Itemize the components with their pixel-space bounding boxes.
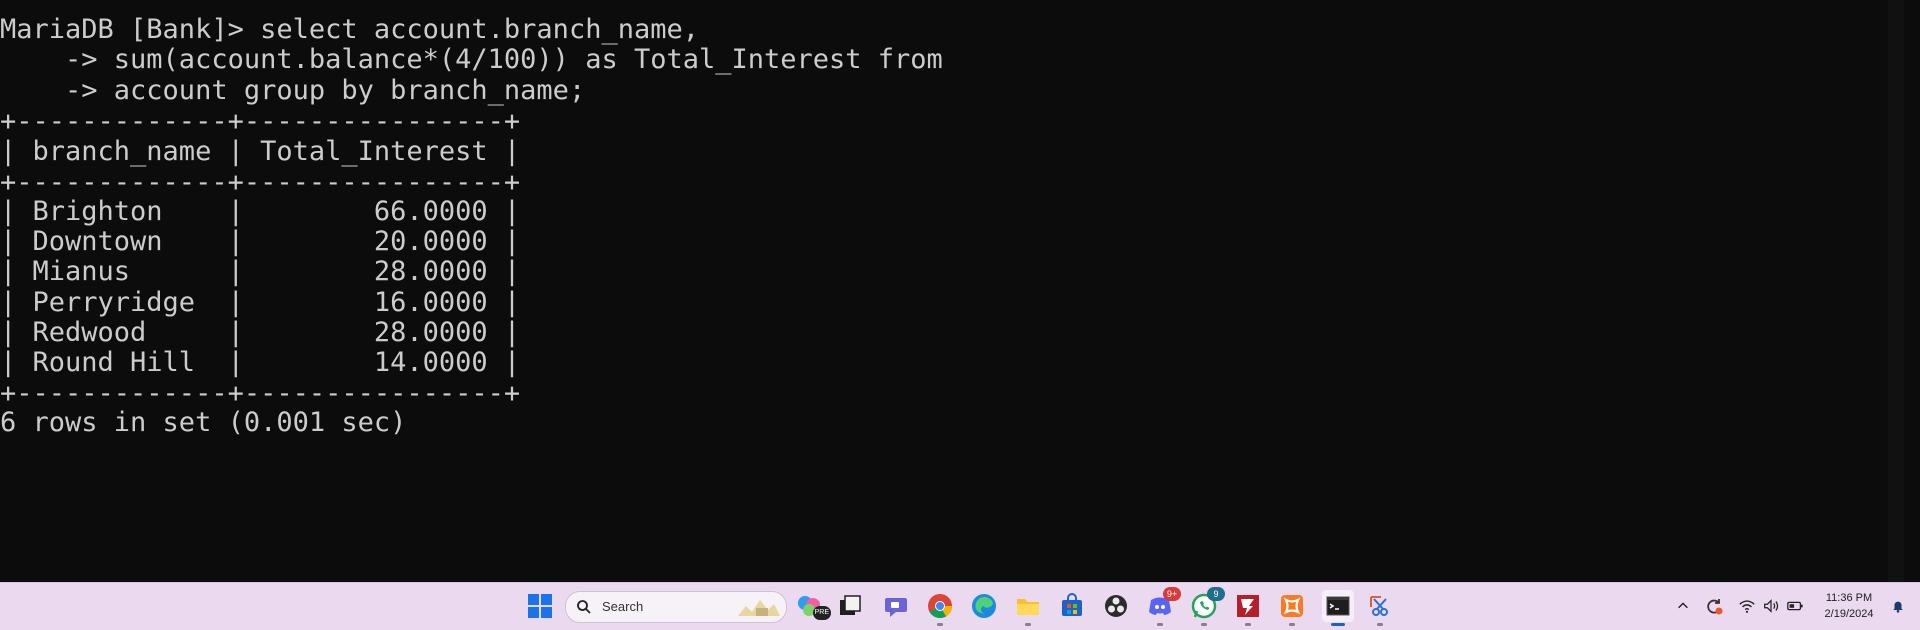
start-button[interactable] — [526, 592, 554, 620]
store-icon — [1062, 593, 1082, 616]
chat-button[interactable] — [882, 592, 910, 620]
task-view-button[interactable] — [836, 592, 864, 620]
clock-date: 2/19/2024 — [1824, 608, 1874, 620]
show-hidden-icons-button[interactable] — [1673, 592, 1693, 620]
xampp-icon — [1281, 595, 1303, 617]
xampp-button[interactable] — [1278, 592, 1306, 626]
running-indicator — [1201, 623, 1207, 626]
edge-icon — [972, 594, 996, 618]
search-highlight-icon — [738, 600, 780, 616]
search-icon — [577, 600, 591, 614]
running-indicator — [1289, 623, 1295, 626]
chrome-button[interactable] — [926, 592, 954, 626]
clock-time: 11:36 PM — [1825, 592, 1873, 604]
notifications-button[interactable] — [1888, 592, 1908, 620]
terminal-taskbar-button[interactable] — [1322, 590, 1354, 626]
clock[interactable]: 11:36 PM 2/19/2024 — [1812, 590, 1886, 622]
filezilla-icon — [1237, 595, 1259, 617]
running-indicator — [937, 623, 943, 626]
snipping-tool-button[interactable] — [1366, 592, 1394, 626]
notification-badge: 9+ — [1163, 587, 1181, 601]
filezilla-button[interactable] — [1234, 592, 1262, 626]
search-input[interactable]: Search — [565, 591, 787, 623]
file-explorer-button[interactable] — [1014, 592, 1042, 626]
copilot-button[interactable]: PRE — [795, 592, 831, 620]
battery-icon — [1787, 601, 1803, 611]
folder-icon — [1017, 599, 1039, 615]
running-indicator — [1025, 623, 1031, 626]
wifi-icon — [1739, 600, 1755, 613]
discord-button[interactable]: 9+ — [1146, 587, 1181, 626]
search-placeholder: Search — [602, 599, 644, 614]
chrome-icon — [928, 594, 952, 619]
edge-button[interactable] — [970, 592, 998, 620]
notification-badge: 9 — [1207, 587, 1225, 601]
network-button[interactable] — [1736, 592, 1758, 620]
terminal-window[interactable]: MariaDB [Bank]> select account.branch_na… — [0, 0, 1904, 582]
windows-logo-icon — [528, 594, 552, 618]
running-indicator — [1377, 623, 1383, 626]
scrollbar[interactable] — [1888, 0, 1904, 582]
obs-icon — [1105, 595, 1127, 617]
speaker-icon — [1764, 599, 1779, 613]
sync-icon — [1707, 599, 1723, 615]
result-summary: 6 rows in set (0.001 sec) — [0, 407, 407, 438]
obs-button[interactable] — [1102, 592, 1130, 620]
bell-icon — [1893, 601, 1903, 613]
chevron-up-icon — [1678, 602, 1688, 609]
terminal-icon — [1326, 596, 1350, 616]
whatsapp-button[interactable]: 9 — [1190, 587, 1225, 626]
active-indicator — [1331, 623, 1345, 626]
snipping-tool-icon — [1370, 596, 1388, 616]
taskbar: Search PRE 9+ 9 11:36 PM 2/19/2024 — [0, 582, 1920, 630]
volume-button[interactable] — [1760, 592, 1782, 620]
preview-badge: PRE — [812, 606, 831, 620]
store-button[interactable] — [1058, 592, 1086, 620]
battery-button[interactable] — [1784, 592, 1806, 620]
sync-status-button[interactable] — [1703, 592, 1725, 620]
running-indicator — [1157, 623, 1163, 626]
task-view-icon — [840, 595, 861, 615]
running-indicator — [1245, 623, 1251, 626]
chat-icon — [885, 598, 907, 617]
